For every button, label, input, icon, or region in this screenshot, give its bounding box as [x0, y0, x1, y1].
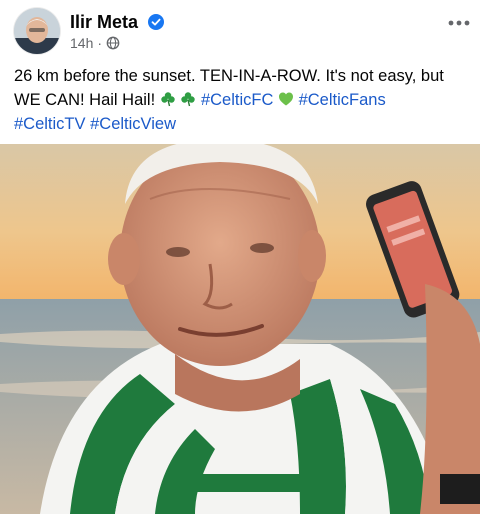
post-photo-image [0, 144, 480, 514]
avatar-image [14, 8, 60, 54]
globe-icon [106, 36, 120, 50]
green-heart-icon [279, 92, 293, 106]
shamrock-icon [161, 92, 175, 107]
avatar[interactable] [14, 8, 60, 54]
post-text-line-2: WE CAN! Hail Hail! #CelticFC #CelticFans [14, 88, 469, 112]
post-time[interactable]: 14h [70, 35, 93, 51]
more-options-button[interactable] [446, 10, 472, 36]
post-photo[interactable] [0, 144, 480, 514]
meta-separator: · [97, 35, 103, 51]
post-text: 26 km before the sunset. TEN-IN-A-ROW. I… [14, 64, 469, 136]
hashtag-link[interactable]: #CelticTV [14, 115, 86, 133]
hashtag-link[interactable]: #CelticView [90, 115, 176, 133]
post-header: Ilir Meta 14h · [0, 0, 480, 62]
post-meta: 14h · [70, 35, 120, 51]
post-text-line-1: 26 km before the sunset. TEN-IN-A-ROW. I… [14, 67, 444, 85]
hashtag-link[interactable]: #CelticFans [299, 91, 386, 109]
author-name[interactable]: Ilir Meta [70, 12, 138, 32]
post-text-line-3: #CelticTV #CelticView [14, 112, 469, 136]
post-text-segment: WE CAN! Hail Hail! [14, 91, 156, 109]
verified-badge-icon [148, 14, 165, 30]
more-options-icon [448, 20, 470, 26]
shamrock-icon [181, 92, 196, 107]
hashtag-link[interactable]: #CelticFC [201, 91, 273, 109]
author-name-row: Ilir Meta [70, 12, 165, 33]
